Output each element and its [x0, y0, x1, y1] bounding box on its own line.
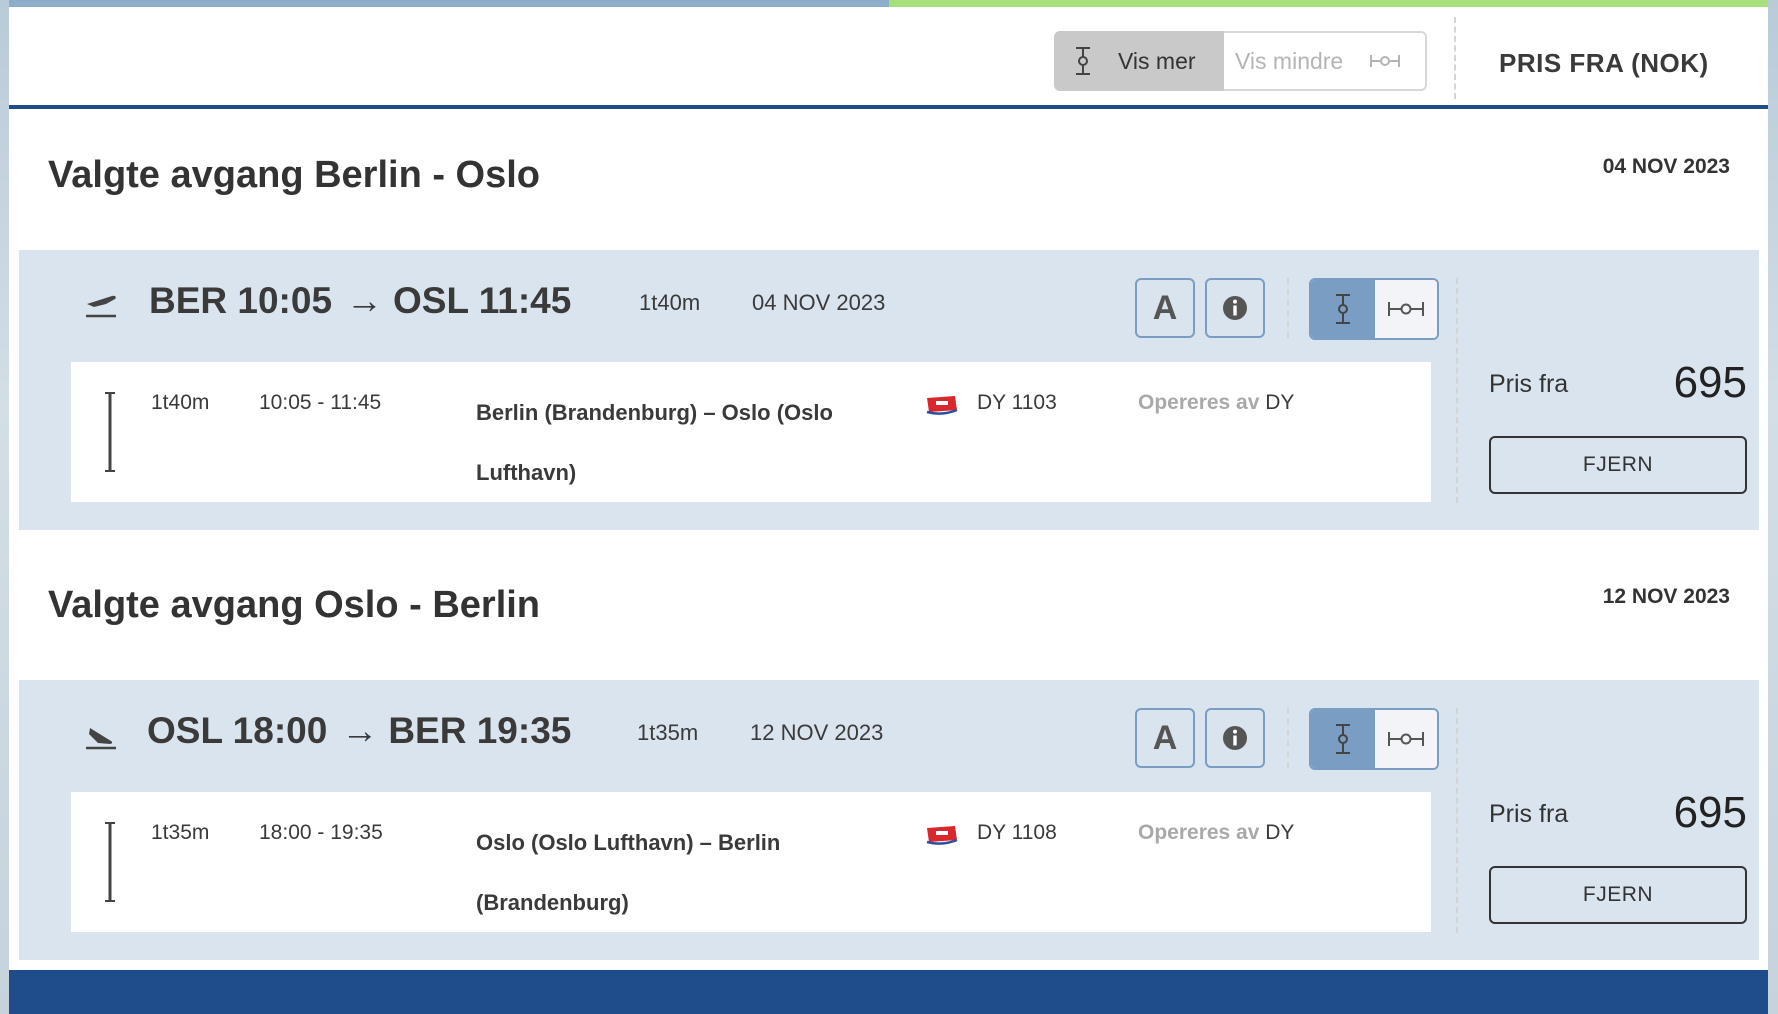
segment-timeline-icon	[105, 392, 115, 472]
header-divider	[1454, 17, 1456, 99]
plane-departure-icon	[86, 295, 116, 318]
info-icon	[1223, 726, 1247, 750]
fare-rules-button[interactable]: A	[1135, 708, 1195, 768]
info-button[interactable]	[1205, 708, 1265, 768]
flight-card-outbound: BER 10:05 → OSL 11:45 1t40m 04 NOV 2023 A	[19, 250, 1759, 530]
price-column-header: PRIS FRA (NOK)	[1499, 48, 1709, 78]
fare-rules-letter: A	[1152, 718, 1178, 757]
destination-time: OSL 11:45	[393, 280, 572, 321]
remove-button[interactable]: FJERN	[1489, 866, 1747, 924]
price-divider	[1456, 708, 1458, 933]
operated-by: Opereres av DY	[1138, 821, 1294, 845]
segment-timeline-icon	[105, 822, 115, 902]
flight-card-return: OSL 18:00 → BER 19:35 1t35m 12 NOV 2023 A	[19, 680, 1759, 960]
section-date-return: 12 NOV 2023	[1602, 585, 1730, 608]
price-label: Pris fra	[1489, 800, 1569, 828]
progress-bar	[9, 0, 1768, 7]
section-date-outbound: 04 NOV 2023	[1602, 155, 1730, 178]
section-title-outbound: Valgte avgang Berlin - Oslo	[48, 154, 541, 196]
fare-rules-letter: A	[1152, 288, 1178, 327]
operated-by-label: Opereres av	[1138, 821, 1260, 844]
section-title-return: Valgte avgang Oslo - Berlin	[48, 584, 541, 626]
price-divider	[1456, 278, 1458, 503]
airline-logo	[926, 826, 958, 845]
segment-route: Oslo (Oslo Lufthavn) – Berlin (Brandenbu…	[476, 830, 781, 915]
operator-code: DY	[1265, 821, 1295, 844]
destination-time: BER 19:35	[388, 710, 572, 751]
segment-toggle	[1309, 278, 1439, 340]
info-icon	[1223, 296, 1247, 320]
segment-toggle	[1309, 708, 1439, 770]
collapse-icon	[1388, 732, 1424, 746]
expand-segment-button[interactable]	[1311, 710, 1375, 768]
flight-date: 04 NOV 2023	[752, 290, 886, 315]
price-value: 695	[1673, 788, 1747, 837]
segment-details: 1t40m 10:05 - 11:45 Berlin (Brandenburg)…	[71, 362, 1431, 502]
vis-mer-label: Vis mer	[1118, 47, 1196, 74]
operator-code: DY	[1265, 391, 1295, 414]
segment-duration: 1t35m	[151, 821, 210, 844]
plane-arrival-icon	[86, 728, 116, 750]
card-divider	[1287, 278, 1289, 338]
vis-mer-button[interactable]: Vis mer	[1054, 31, 1224, 91]
footer-band	[9, 970, 1768, 1014]
segment-time: 18:00 - 19:35	[259, 821, 383, 844]
progress-completed	[9, 0, 889, 7]
flight-duration: 1t35m	[637, 720, 699, 745]
arrow-right-icon: →	[341, 710, 379, 751]
collapse-segment-button[interactable]	[1375, 710, 1437, 768]
airline-logo	[926, 396, 958, 415]
expand-icon	[1336, 724, 1350, 754]
collapse-icon	[1370, 55, 1401, 67]
vis-mindre-label: Vis mindre	[1235, 47, 1344, 74]
flight-duration: 1t40m	[639, 290, 701, 315]
page-frame: Vis mer Vis mindre PRIS FRA (NOK) Valgte…	[9, 0, 1768, 1014]
flight-number: DY 1108	[977, 821, 1057, 844]
view-toggle: Vis mer Vis mindre	[1054, 31, 1427, 91]
origin-time: OSL 18:00	[147, 710, 328, 751]
remove-button[interactable]: FJERN	[1489, 436, 1747, 494]
fare-rules-button[interactable]: A	[1135, 278, 1195, 338]
arrow-right-icon: →	[346, 280, 384, 321]
collapse-segment-button[interactable]	[1375, 280, 1437, 338]
operated-by-label: Opereres av	[1138, 391, 1260, 414]
flight-date: 12 NOV 2023	[750, 720, 884, 745]
progress-current	[889, 0, 1768, 7]
price-label: Pris fra	[1489, 370, 1569, 398]
operated-by: Opereres av DY	[1138, 391, 1294, 415]
segment-details: 1t35m 18:00 - 19:35 Oslo (Oslo Lufthavn)…	[71, 792, 1431, 932]
results-header: Vis mer Vis mindre PRIS FRA (NOK)	[9, 7, 1768, 109]
info-button[interactable]	[1205, 278, 1265, 338]
price-value: 695	[1673, 358, 1747, 407]
flight-number: DY 1103	[977, 391, 1057, 414]
expand-icon	[1336, 294, 1350, 324]
origin-time: BER 10:05	[149, 280, 333, 321]
collapse-icon	[1388, 302, 1424, 316]
flight-route: OSL 18:00 → BER 19:35	[147, 710, 571, 752]
card-divider	[1287, 708, 1289, 768]
segment-route: Berlin (Brandenburg) – Oslo (Oslo Luftha…	[476, 400, 833, 485]
segment-time: 10:05 - 11:45	[259, 391, 382, 414]
expand-icon	[1076, 47, 1090, 75]
expand-segment-button[interactable]	[1311, 280, 1375, 338]
segment-duration: 1t40m	[151, 391, 210, 414]
flight-route: BER 10:05 → OSL 11:45	[149, 280, 571, 322]
vis-mindre-button[interactable]: Vis mindre	[1224, 31, 1427, 91]
